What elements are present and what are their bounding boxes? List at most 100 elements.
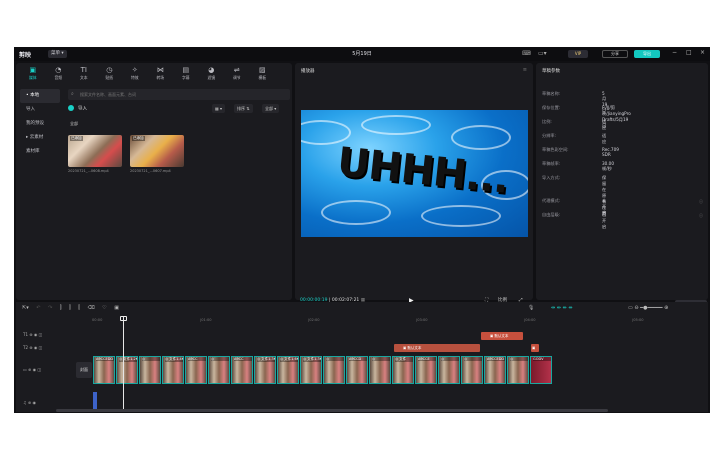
param-row: 比例: 适应 bbox=[542, 119, 606, 130]
video-clip[interactable]: GODV bbox=[530, 356, 552, 384]
video-clip[interactable]: ◎ 文件1.3KB bbox=[254, 356, 276, 384]
video-clip[interactable]: ◎ bbox=[139, 356, 161, 384]
video-clip[interactable]: ◎ bbox=[208, 356, 230, 384]
split-right-icon[interactable]: ⫿ bbox=[78, 305, 80, 311]
tab-label: 贴纸 bbox=[105, 75, 114, 80]
sidebar-item[interactable]: 我的预设 bbox=[20, 117, 60, 131]
maximize-icon[interactable]: □ bbox=[686, 49, 692, 56]
split-left-icon[interactable]: ⫿ bbox=[69, 305, 71, 311]
clip-label: ◎ 文件 bbox=[395, 357, 413, 362]
vip-badge[interactable]: VIP bbox=[568, 50, 588, 58]
view-mode-button[interactable]: ▦ ▾ bbox=[212, 104, 226, 113]
tab-sticker[interactable]: ◷ 贴纸 bbox=[97, 66, 123, 81]
delete-icon[interactable]: ⌫ bbox=[88, 305, 95, 311]
clip-label: ◎ bbox=[211, 357, 229, 361]
tab-label: 音频 bbox=[54, 75, 63, 80]
tab-template[interactable]: ▨ 模板 bbox=[250, 66, 276, 81]
video-clip[interactable]: ◎ bbox=[438, 356, 460, 384]
video-clip[interactable]: ◎ bbox=[369, 356, 391, 384]
select-icon[interactable]: ⇱▾ bbox=[22, 305, 29, 311]
video-clip[interactable]: ◎ bbox=[461, 356, 483, 384]
zoom-controls[interactable]: ▭ ⊖ ━●━━━━━ ⊕ bbox=[628, 305, 668, 311]
sticker-icon: ◷ bbox=[106, 66, 113, 74]
video-clip[interactable]: A9CCEDD bbox=[93, 356, 115, 384]
track-label-t1: T1 ⊕ ◉ ◫ bbox=[23, 332, 43, 337]
audio-clip[interactable] bbox=[93, 392, 97, 410]
track-label-audio: ♫ ⊕ ◉ bbox=[23, 400, 36, 405]
redo-icon[interactable]: ↷ bbox=[48, 305, 52, 311]
import-label: 导入 bbox=[78, 106, 87, 112]
record-icon[interactable]: 🎙 bbox=[528, 305, 534, 311]
video-preview[interactable]: UHHH... bbox=[301, 110, 528, 237]
clip-label: A9CC bbox=[234, 357, 252, 361]
tab-audio[interactable]: ◔ 音频 bbox=[46, 66, 72, 81]
param-row: 导入方式: 保留在原有位置 bbox=[542, 175, 606, 216]
video-clip[interactable]: A9CC bbox=[231, 356, 253, 384]
text-clip[interactable]: ▣ 默认文本 bbox=[481, 332, 523, 340]
image-icon[interactable]: ▣ bbox=[114, 305, 119, 311]
sidebar-item[interactable]: • 本地 bbox=[20, 89, 60, 103]
clip-label: ◎ bbox=[464, 357, 482, 361]
app-window: 剪映 菜单 ▾ 5月19日 ⌨ ▭▾ VIP 分享 导出 − □ × ▣ 媒体 ◔ 音… bbox=[14, 47, 710, 413]
shortcut-icon[interactable]: ⌨ bbox=[522, 50, 531, 57]
sort-button[interactable]: 排序 ⇅ bbox=[234, 104, 253, 113]
video-clip[interactable]: A9CCE bbox=[415, 356, 437, 384]
tab-effects[interactable]: ✧ 特效 bbox=[122, 66, 148, 81]
tab-media[interactable]: ▣ 媒体 bbox=[20, 66, 46, 81]
sidebar-item[interactable]: ▸ 云素材 bbox=[20, 131, 60, 145]
playhead[interactable] bbox=[123, 316, 124, 412]
param-value: 已开启 bbox=[602, 212, 607, 229]
video-clip[interactable]: A9CC bbox=[185, 356, 207, 384]
undo-icon[interactable]: ↶ bbox=[36, 305, 40, 311]
clip-label: ◎ 文件1.2KB bbox=[119, 357, 138, 362]
text-clip[interactable]: ▣ 默认文本 bbox=[394, 344, 480, 352]
import-button[interactable]: 导入 bbox=[68, 105, 87, 112]
media-thumbnail-1[interactable]: 已添加 bbox=[68, 135, 122, 167]
info-icon[interactable]: ⓘ bbox=[699, 213, 703, 219]
video-clip[interactable]: ◎ 文件1.3K bbox=[300, 356, 322, 384]
tab-adjust[interactable]: ⇌ 调节 bbox=[224, 66, 250, 81]
video-clip[interactable]: ◎ 文件1.2KB bbox=[116, 356, 138, 384]
info-icon[interactable]: ⓘ bbox=[699, 199, 703, 205]
sidebar-item[interactable]: 素材库 bbox=[20, 145, 60, 159]
sidebar-item[interactable]: 导入 bbox=[20, 103, 60, 117]
tab-transition[interactable]: ⋈ 转场 bbox=[148, 66, 174, 81]
filter-button[interactable]: 全部 ▾ bbox=[262, 104, 280, 113]
video-clip[interactable]: ◎ 文件1.6K bbox=[277, 356, 299, 384]
media-search-input[interactable]: ⌕ 搜索文件名称、画面元素、台词 bbox=[68, 89, 290, 100]
export-button[interactable]: 导出 bbox=[634, 50, 660, 58]
media-thumbnail-2[interactable]: 已添加 bbox=[130, 135, 184, 167]
video-clip[interactable]: ◎ bbox=[507, 356, 529, 384]
cover-button[interactable]: 封面 bbox=[76, 362, 92, 378]
layout-icon[interactable]: ▭▾ bbox=[538, 50, 547, 57]
share-button[interactable]: 分享 bbox=[602, 50, 628, 58]
param-label: 导入方式: bbox=[542, 175, 561, 180]
text-clip[interactable]: ▣ bbox=[531, 344, 539, 352]
marker-icon[interactable]: ♡ bbox=[102, 305, 106, 311]
tab-caption[interactable]: ▤ 字幕 bbox=[173, 66, 199, 81]
video-clip[interactable]: ◎ bbox=[323, 356, 345, 384]
draft-title: 草稿参数 bbox=[542, 69, 560, 74]
param-row: 分辨率: 适应 bbox=[542, 133, 606, 144]
video-clip[interactable]: A9CCD bbox=[346, 356, 368, 384]
video-clip[interactable]: A9CCEDD bbox=[484, 356, 506, 384]
close-icon[interactable]: × bbox=[700, 49, 705, 56]
clip-label: ◎ 文件1.4K bbox=[165, 357, 184, 362]
track-label-main: ▭ ⊕ ◉ ◫ bbox=[23, 367, 42, 372]
menu-icon[interactable]: ≡ bbox=[523, 67, 527, 73]
minimize-icon[interactable]: − bbox=[672, 49, 677, 56]
player-panel: 播放器 ≡ UHHH... 00:00:00:19 | 00:02:07:21 … bbox=[295, 63, 533, 304]
snap-icons[interactable]: ⇹ ⇹ ⇹ ⇹ bbox=[551, 305, 573, 311]
video-clip[interactable]: ◎ 文件1.4K bbox=[162, 356, 184, 384]
video-clip[interactable]: ◎ 文件 bbox=[392, 356, 414, 384]
param-value: Rec.709 SDR bbox=[602, 147, 619, 157]
tab-text[interactable]: TI 文本 bbox=[71, 66, 97, 81]
split-icon[interactable]: ⫿ bbox=[60, 305, 62, 311]
param-row: 保存位置: F:/JJ/剪映/JianyingPro Drafts/5月19日 bbox=[542, 105, 631, 128]
tab-filter[interactable]: ◕ 滤镜 bbox=[199, 66, 225, 81]
caption-icon: ▤ bbox=[182, 66, 190, 74]
param-label: 代理模式: bbox=[542, 198, 561, 203]
tab-label: 模板 bbox=[258, 75, 267, 80]
audio-icon: ◔ bbox=[55, 66, 62, 74]
timeline-scrollbar[interactable] bbox=[56, 409, 608, 412]
